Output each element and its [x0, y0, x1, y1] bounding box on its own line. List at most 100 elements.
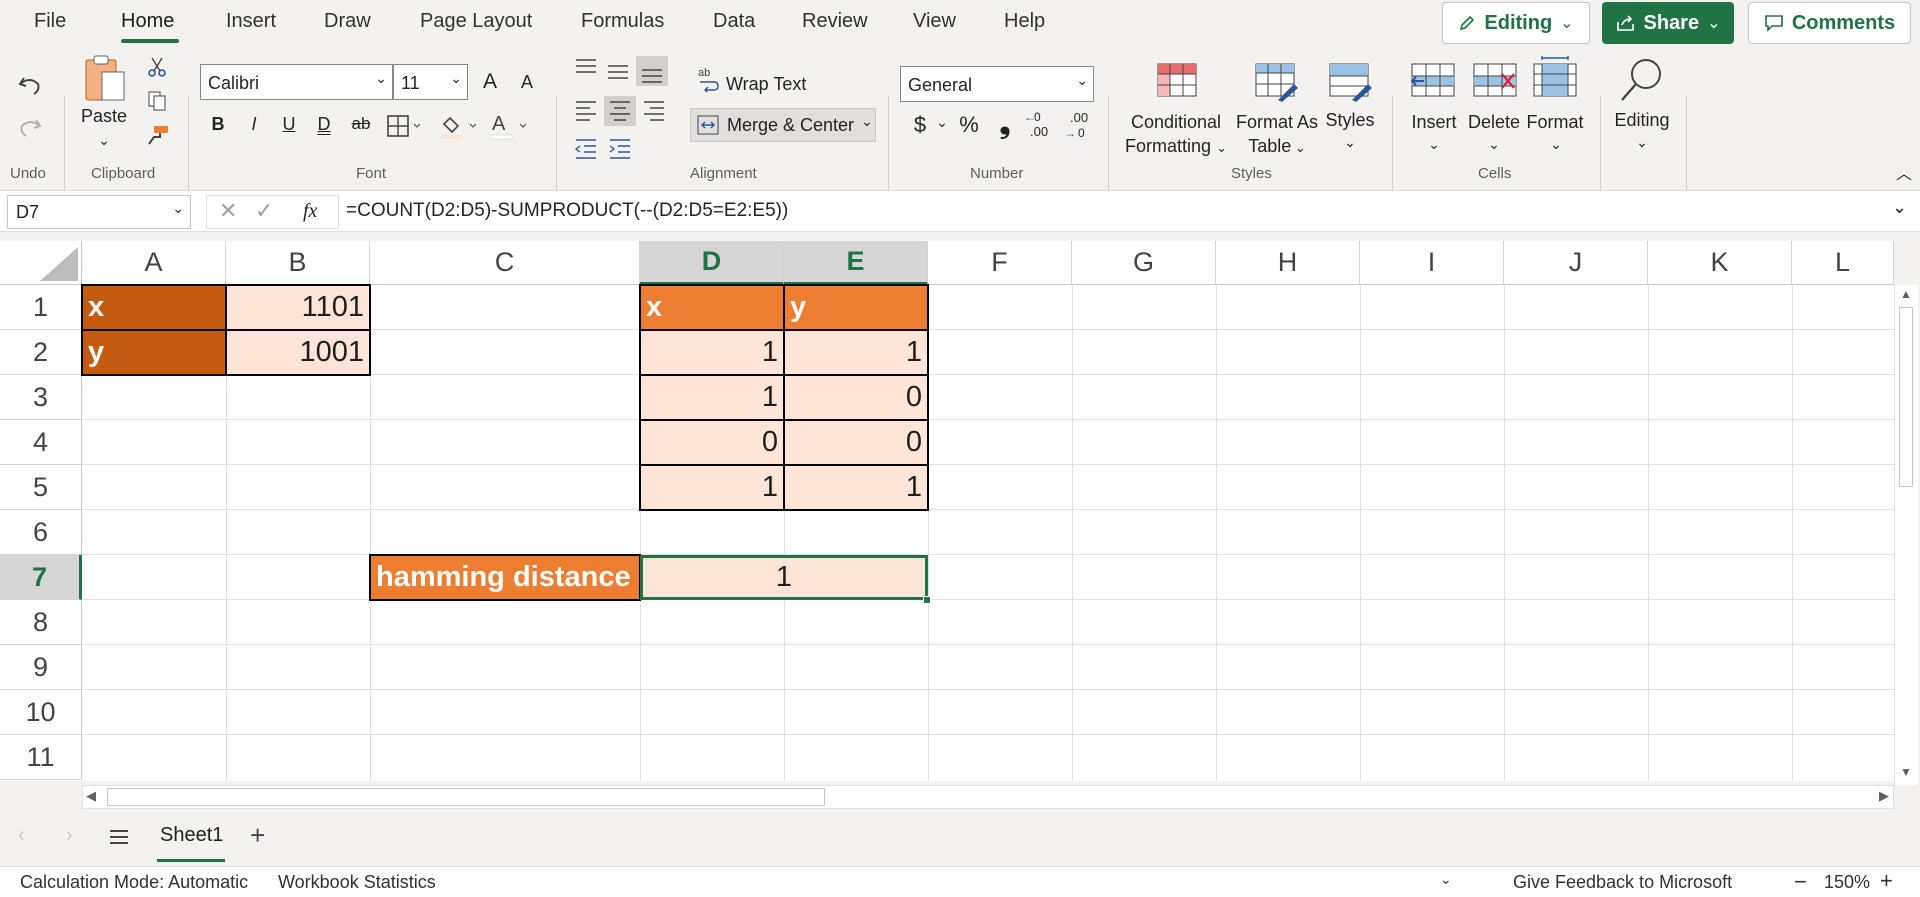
column-header-e[interactable]: E — [784, 241, 928, 285]
tab-insert[interactable]: Insert — [226, 10, 276, 33]
cell-e2[interactable]: 1 — [783, 329, 929, 376]
column-header-f[interactable]: F — [928, 241, 1072, 285]
cell-e1[interactable]: y — [783, 284, 929, 331]
scroll-up-icon[interactable]: ▲ — [1900, 287, 1912, 301]
increase-decimal-button[interactable]: ← 0 .00 — [1024, 110, 1060, 142]
double-underline-button[interactable]: D — [314, 114, 334, 135]
share-button[interactable]: Share ⌄ — [1602, 2, 1734, 44]
cell-styles-button[interactable]: Styles — [1324, 110, 1376, 131]
horizontal-scroll-thumb[interactable] — [107, 788, 825, 806]
chevron-down-icon[interactable]: ⌄ — [1424, 136, 1444, 153]
format-as-table-button[interactable]: Format As Table ⌄ — [1230, 110, 1324, 160]
vertical-align-icons[interactable] — [574, 56, 674, 86]
cell-e5[interactable]: 1 — [783, 464, 929, 511]
format-cells-button[interactable]: Format — [1526, 112, 1584, 133]
insert-cells-button[interactable]: Insert — [1410, 112, 1458, 133]
borders-icon[interactable] — [386, 114, 424, 138]
row-header-7[interactable]: 7 — [0, 555, 82, 600]
cell-d4[interactable]: 0 — [639, 419, 785, 466]
italic-button[interactable]: I — [244, 114, 264, 135]
feedback-link[interactable]: Give Feedback to Microsoft — [1513, 872, 1732, 893]
tab-home[interactable]: Home — [121, 10, 174, 33]
currency-button[interactable]: $ — [910, 112, 930, 138]
comments-button[interactable]: Comments — [1748, 2, 1911, 44]
previous-sheet-icon[interactable]: ‹ — [18, 824, 25, 847]
sheet-tab-sheet1[interactable]: Sheet1 — [160, 824, 223, 847]
row-header-11[interactable]: 11 — [0, 735, 82, 780]
bold-button[interactable]: B — [208, 114, 228, 135]
cell-e4[interactable]: 0 — [783, 419, 929, 466]
scroll-down-icon[interactable]: ▼ — [1900, 765, 1912, 779]
copy-icon[interactable] — [146, 90, 168, 112]
column-header-j[interactable]: J — [1504, 241, 1648, 285]
horizontal-scrollbar[interactable]: ◀ ▶ — [82, 785, 1894, 809]
paste-label[interactable]: Paste — [81, 106, 127, 127]
add-sheet-icon[interactable]: + — [250, 820, 265, 851]
conditional-formatting-icon[interactable] — [1156, 62, 1198, 98]
spreadsheet-grid[interactable]: A B C D E F G H I J K L 1 2 3 4 5 6 7 8 … — [0, 241, 1894, 781]
column-header-b[interactable]: B — [226, 241, 370, 285]
scroll-right-icon[interactable]: ▶ — [1879, 788, 1889, 804]
row-header-6[interactable]: 6 — [0, 510, 82, 555]
select-all-corner[interactable] — [0, 241, 82, 285]
workbook-statistics[interactable]: Workbook Statistics — [278, 872, 436, 893]
zoom-in-icon[interactable]: + — [1880, 868, 1893, 894]
shrink-font-button[interactable]: A — [516, 72, 538, 93]
merge-center-button[interactable]: Merge & Center ⌄ — [690, 108, 876, 142]
column-header-a[interactable]: A — [82, 241, 226, 285]
column-header-l[interactable]: L — [1792, 241, 1894, 285]
underline-button[interactable]: U — [279, 114, 299, 135]
cell-e3[interactable]: 0 — [783, 374, 929, 421]
conditional-formatting-button[interactable]: Conditional Formatting ⌄ — [1124, 110, 1228, 160]
cell-d1[interactable]: x — [639, 284, 785, 331]
undo-icon[interactable] — [16, 72, 44, 100]
insert-function-icon[interactable]: fx — [303, 200, 317, 223]
fill-color-icon[interactable] — [438, 112, 480, 140]
expand-formula-bar-icon[interactable]: ⌄ — [1892, 197, 1907, 218]
vertical-scroll-thumb[interactable] — [1899, 307, 1913, 487]
strikethrough-button[interactable]: ab — [349, 114, 373, 134]
percent-button[interactable]: % — [956, 112, 982, 138]
delete-cells-icon[interactable] — [1472, 62, 1518, 98]
cell-d7-merged-selected[interactable]: 1 — [640, 555, 928, 600]
zoom-out-icon[interactable]: − — [1794, 869, 1807, 895]
cell-b2[interactable]: 1001 — [225, 329, 371, 376]
font-color-icon[interactable]: A — [488, 112, 530, 140]
format-cells-icon[interactable] — [1532, 56, 1578, 98]
chevron-down-icon[interactable]: ⌄ — [932, 114, 952, 131]
tab-review[interactable]: Review — [802, 10, 868, 33]
cancel-icon[interactable]: ✕ — [219, 198, 237, 224]
tab-file[interactable]: File — [34, 10, 66, 33]
cell-a1[interactable]: x — [81, 284, 227, 331]
indent-icons[interactable] — [574, 136, 638, 160]
column-header-g[interactable]: G — [1072, 241, 1216, 285]
calculation-mode[interactable]: Calculation Mode: Automatic — [20, 872, 248, 893]
paste-icon[interactable] — [82, 54, 128, 104]
comma-style-button[interactable]: ❟ — [996, 108, 1014, 141]
cut-icon[interactable] — [146, 56, 168, 78]
cell-c7[interactable]: hamming distance — [369, 554, 641, 601]
fill-handle[interactable] — [923, 596, 931, 604]
enter-icon[interactable]: ✓ — [255, 198, 273, 224]
row-header-1[interactable]: 1 — [0, 285, 82, 330]
cell-d3[interactable]: 1 — [639, 374, 785, 421]
font-name-dropdown[interactable]: Calibri ⌄ — [200, 64, 393, 100]
cell-d2[interactable]: 1 — [639, 329, 785, 376]
chevron-down-icon[interactable]: ⌄ — [94, 132, 114, 149]
row-header-3[interactable]: 3 — [0, 375, 82, 420]
column-header-d[interactable]: D — [640, 241, 784, 285]
wrap-text-button[interactable]: Wrap Text — [726, 74, 806, 95]
grow-font-button[interactable]: A — [478, 70, 502, 94]
decrease-decimal-button[interactable]: .00 → 0 — [1064, 110, 1100, 142]
chevron-down-icon[interactable]: ⌄ — [1632, 134, 1652, 151]
next-sheet-icon[interactable]: › — [66, 824, 73, 847]
tab-view[interactable]: View — [913, 10, 956, 33]
format-painter-icon[interactable] — [146, 124, 170, 146]
redo-icon[interactable] — [16, 114, 44, 142]
name-box[interactable]: D7 ⌄ — [7, 195, 191, 229]
cell-a2[interactable]: y — [81, 329, 227, 376]
row-header-4[interactable]: 4 — [0, 420, 82, 465]
font-size-dropdown[interactable]: 11 ⌄ — [393, 64, 468, 100]
tab-draw[interactable]: Draw — [324, 10, 371, 33]
formula-input[interactable]: =COUNT(D2:D5)-SUMPRODUCT(--(D2:D5=E2:E5)… — [346, 200, 788, 222]
